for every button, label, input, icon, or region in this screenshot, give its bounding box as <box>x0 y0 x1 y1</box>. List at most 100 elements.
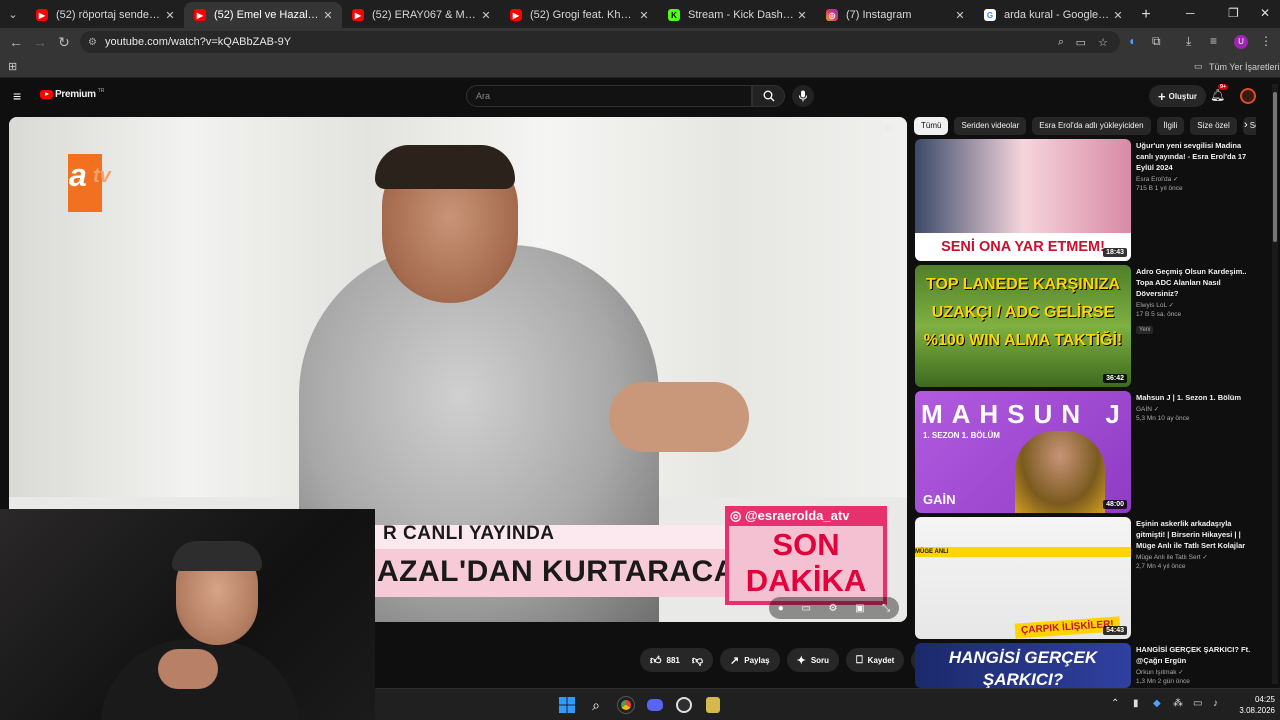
account-avatar[interactable] <box>1240 88 1256 104</box>
create-button[interactable]: + Oluştur <box>1149 85 1207 107</box>
site-info-icon[interactable]: ⚙ <box>88 37 97 48</box>
channel-name[interactable]: Esra Erol'da ✓ <box>1136 175 1260 183</box>
browser-tab[interactable]: ▶ (52) Grogi feat. Khontkar - ✕ <box>500 2 658 28</box>
close-tab-icon[interactable]: ✕ <box>320 9 336 22</box>
app-taskbar-icon[interactable] <box>702 694 724 716</box>
tab-search-button[interactable]: ⌄ <box>0 0 26 28</box>
thumbnail-brand: GAİN <box>923 492 956 507</box>
taskbar-search-icon[interactable]: ⌕ <box>585 694 607 716</box>
miniplayer-icon[interactable]: ▣ <box>855 603 864 614</box>
start-button[interactable] <box>556 694 578 716</box>
download-icon[interactable]: ⤓ <box>1186 34 1191 49</box>
profile-avatar[interactable]: U <box>1234 35 1248 49</box>
chips-next-icon[interactable]: › <box>1244 119 1248 131</box>
browser-tab[interactable]: G arda kural - Google'da Ara ✕ <box>974 2 1132 28</box>
close-tab-icon[interactable]: ✕ <box>794 9 810 22</box>
bell-icon: 🔔︎ <box>1210 88 1226 102</box>
channel-name[interactable]: Müge Anlı ile Tatlı Sert ✓ <box>1136 553 1260 561</box>
recommendation-item[interactable]: TOP LANEDE KARŞINIZA UZAKÇI / ADC GELİRS… <box>914 265 1264 387</box>
browser-tab[interactable]: ◎ (7) Instagram ✕ <box>816 2 974 28</box>
cast-icon[interactable]: ▭ <box>1076 36 1086 49</box>
page-scrollbar[interactable] <box>1272 84 1278 684</box>
close-tab-icon[interactable]: ✕ <box>162 9 178 22</box>
chip-related[interactable]: İlgili <box>1156 117 1185 135</box>
fullscreen-icon[interactable]: ⤡ <box>882 603 890 614</box>
search-button[interactable] <box>752 85 785 107</box>
back-icon[interactable]: ← <box>4 30 28 54</box>
recommendation-item[interactable]: MÜGE ANLI ÇARPIK İLİŞKİLER! 54:43 Eşinin… <box>914 517 1264 639</box>
close-tab-icon[interactable]: ✕ <box>1110 9 1126 22</box>
ask-button[interactable]: ✦ Soru <box>786 648 840 672</box>
share-button[interactable]: ↗ Paylaş <box>720 648 780 672</box>
video-title[interactable]: Eşinin askerlik arkadaşıyla gitmişti! | … <box>1136 518 1260 551</box>
close-tab-icon[interactable]: ✕ <box>636 9 652 22</box>
extensions-puzzle-icon[interactable]: ⧉ <box>1152 34 1161 49</box>
video-thumbnail[interactable]: SENİ ONA YAR ETMEM! 18:43 <box>915 139 1131 261</box>
channel-name[interactable]: Elwyis LoL ✓ <box>1136 301 1260 309</box>
video-thumbnail[interactable]: HANGİSİ GERÇEK ŞARKICI? <box>915 643 1131 688</box>
channel-text: Elwyis LoL <box>1136 302 1167 309</box>
save-button[interactable]: ⎕ Kaydet <box>846 648 905 672</box>
all-bookmarks-link[interactable]: Tüm Yer İşaretleri <box>1209 62 1280 72</box>
tray-volume-icon[interactable]: ♪ <box>1213 698 1218 709</box>
address-bar[interactable]: ⚙ youtube.com/watch?v=kQABbZAB-9Y ⌕ ▭ ☆ <box>80 31 1120 53</box>
chip-uploader[interactable]: Esra Erol'da adlı yükleyiciden <box>1032 117 1151 135</box>
tray-bluetooth-icon[interactable]: ⁂ <box>1173 698 1183 709</box>
tray-chevron-icon[interactable]: ⌃ <box>1111 698 1119 709</box>
menu-dots-icon[interactable]: ⋮ <box>1260 34 1272 48</box>
taskbar-clock[interactable]: 04:25 3.08.2026 <box>1235 694 1275 716</box>
youtube-premium-logo[interactable]: Premium TR <box>40 88 104 100</box>
browser-tab[interactable]: ▶ (52) ERAY067 & MANSUR ft. Re ✕ <box>342 2 500 28</box>
browser-tab[interactable]: ▶ (52) röportaj senden daha güze ✕ <box>26 2 184 28</box>
chip-series[interactable]: Seriden videolar <box>954 117 1027 135</box>
player-controls: ● ▭ ⚙ ▣ ⤡ <box>769 597 899 619</box>
subtitles-icon[interactable]: ▭ <box>801 603 810 614</box>
video-thumbnail[interactable]: TOP LANEDE KARŞINIZA UZAKÇI / ADC GELİRS… <box>915 265 1131 387</box>
restore-icon[interactable]: ❐ <box>1228 6 1239 20</box>
settings-gear-icon[interactable]: ⚙ <box>829 603 838 614</box>
chip-for-you[interactable]: Size özel <box>1190 117 1237 135</box>
chrome-taskbar-icon[interactable] <box>615 694 637 716</box>
minimize-icon[interactable]: ─ <box>1186 6 1195 20</box>
hamburger-menu-icon[interactable]: ≡ <box>13 88 21 104</box>
thumbs-down-icon[interactable]: 👎︎ <box>692 654 703 667</box>
recommendation-item[interactable]: HANGİSİ GERÇEK ŞARKICI? HANGİSİ GERÇEK Ş… <box>914 643 1264 688</box>
chip-all[interactable]: Tümü <box>914 117 949 135</box>
video-title[interactable]: Mahsun J | 1. Sezon 1. Bölüm <box>1136 392 1260 403</box>
video-thumbnail[interactable]: MAHSUN J 1. SEZON 1. BÖLÜM GAİN 48:00 <box>915 391 1131 513</box>
recommendation-item[interactable]: SENİ ONA YAR ETMEM! 18:43 Uğur'un yeni s… <box>914 139 1264 261</box>
bookmark-star-icon[interactable]: ☆ <box>1098 36 1108 49</box>
like-button[interactable]: 👍︎ 881 👎︎ <box>640 648 714 672</box>
close-tab-icon[interactable]: ✕ <box>952 9 968 22</box>
obs-taskbar-icon[interactable] <box>673 694 695 716</box>
autoplay-toggle-icon[interactable]: ● <box>778 603 784 614</box>
channel-name[interactable]: GAİN ✓ <box>1136 405 1260 413</box>
notifications-button[interactable]: 🔔︎ 9+ <box>1210 84 1229 102</box>
discord-taskbar-icon[interactable] <box>644 694 666 716</box>
close-tab-icon[interactable]: ✕ <box>478 9 494 22</box>
share-icon: ↗ <box>730 654 740 667</box>
browser-tab[interactable]: K Stream - Kick Dashboard ✕ <box>658 2 816 28</box>
channel-name[interactable]: Orkun Işıtmak ✓ <box>1136 668 1260 676</box>
tray-shield-icon[interactable]: ◆ <box>1153 698 1161 709</box>
forward-icon[interactable]: → <box>28 30 52 54</box>
scrollbar-thumb[interactable] <box>1273 92 1277 242</box>
search-input[interactable]: Ara <box>466 85 752 107</box>
info-icon[interactable]: ◌ <box>885 123 890 133</box>
extension-icon[interactable]: ◖ <box>1128 34 1135 48</box>
recommendation-item[interactable]: MAHSUN J 1. SEZON 1. BÖLÜM GAİN 48:00 Ma… <box>914 391 1264 513</box>
reload-icon[interactable]: ↻ <box>52 30 76 54</box>
video-thumbnail[interactable]: MÜGE ANLI ÇARPIK İLİŞKİLER! 54:43 <box>915 517 1131 639</box>
zoom-icon[interactable]: ⌕ <box>1058 36 1064 49</box>
media-control-icon[interactable]: ≡ <box>1210 34 1217 48</box>
voice-search-button[interactable] <box>792 85 814 107</box>
apps-grid-icon[interactable]: ⊞ <box>8 60 17 73</box>
tray-network-icon[interactable]: ▭ <box>1193 698 1202 709</box>
video-title[interactable]: Uğur'un yeni sevgilisi Madina canlı yayı… <box>1136 140 1260 173</box>
new-tab-button[interactable]: + <box>1132 2 1160 28</box>
tray-app-icon[interactable]: ▮ <box>1133 698 1139 709</box>
video-title[interactable]: HANGİSİ GERÇEK ŞARKICI? Ft. @Çağrı Ergün <box>1136 644 1260 666</box>
browser-tab-active[interactable]: ▶ (52) Emel ve Hazal aynı adam iç ✕ <box>184 2 342 28</box>
video-title[interactable]: Adro Geçmiş Olsun Kardeşim.. Topa ADC Al… <box>1136 266 1260 299</box>
close-window-icon[interactable]: ✕ <box>1260 6 1270 20</box>
